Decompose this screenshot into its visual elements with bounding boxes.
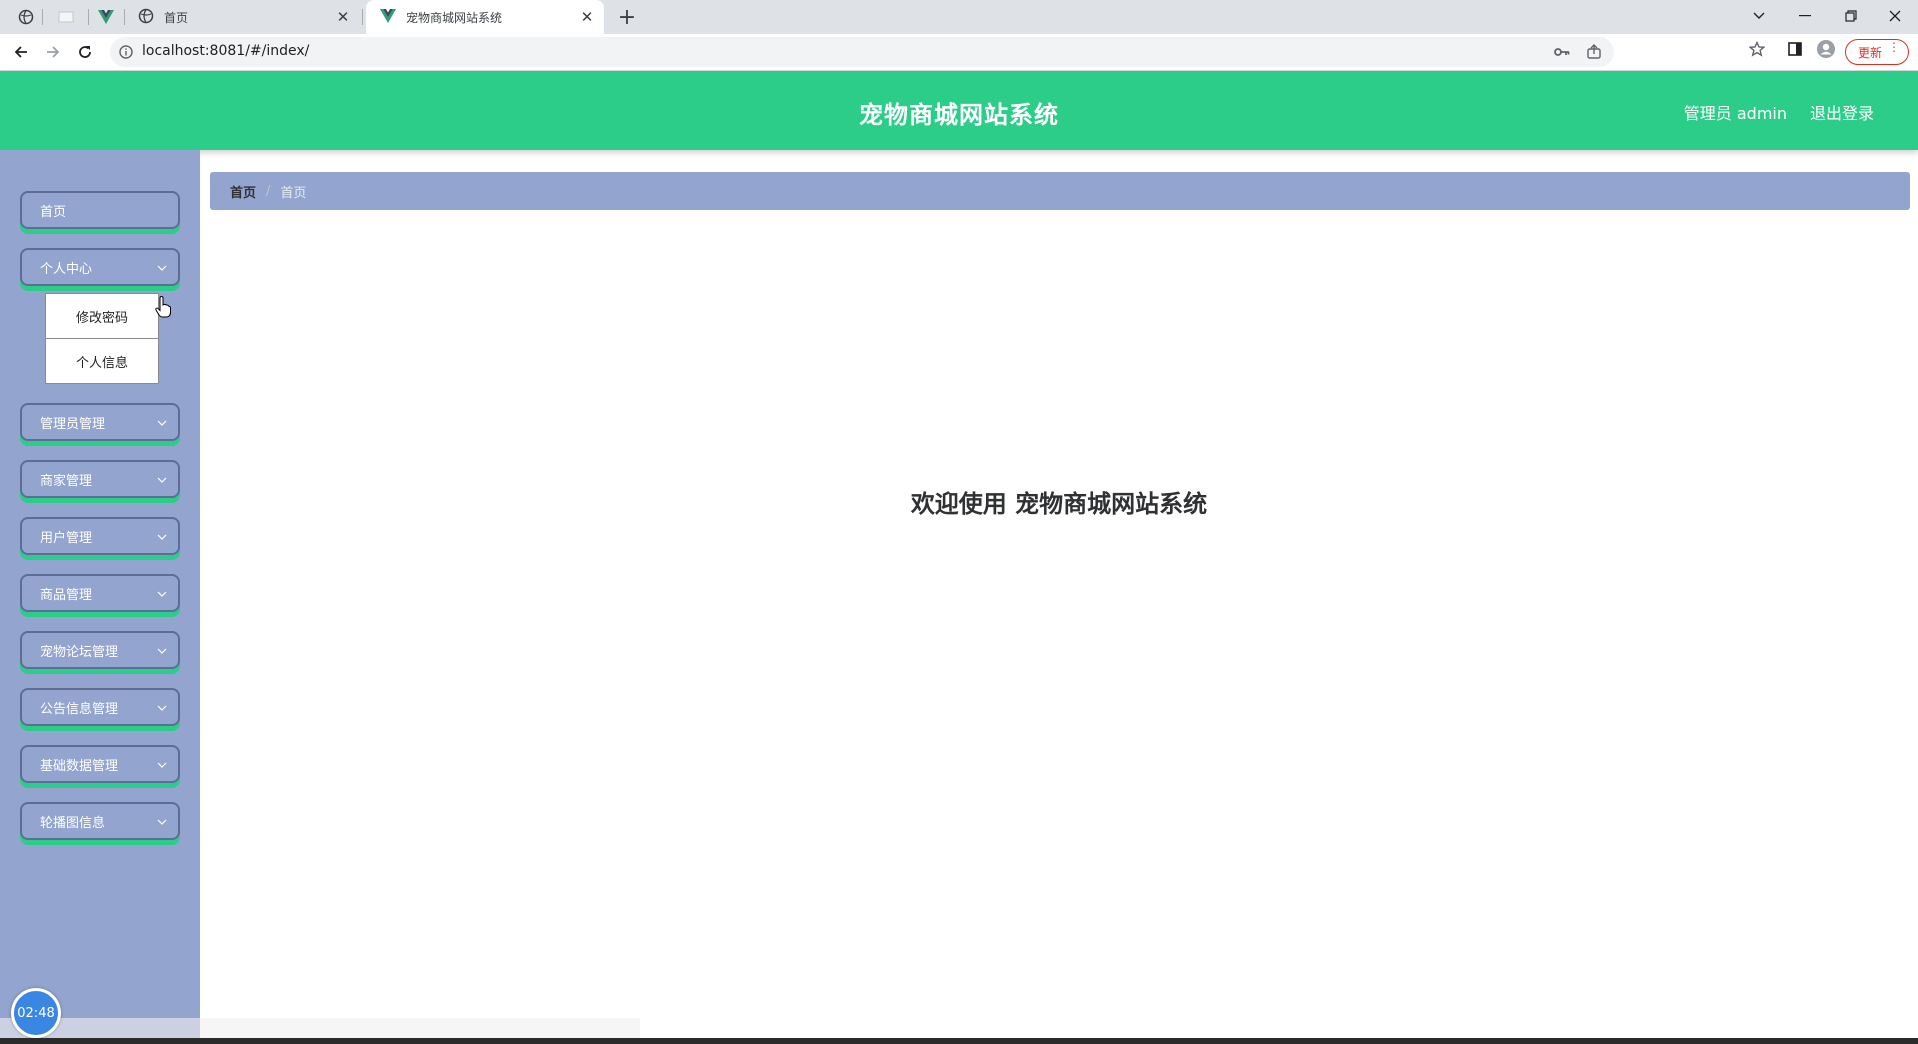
tab-title: 宠物商城网站系统 [406, 10, 503, 25]
sidebar-item-announcement-management[interactable]: 公告信息管理 [20, 688, 180, 726]
tab-separator [42, 9, 43, 25]
sidebar-item-label: 宠物论坛管理 [40, 644, 119, 660]
sidebar-item-label: 公告信息管理 [40, 701, 119, 717]
share-icon[interactable] [1584, 42, 1604, 62]
restore-button[interactable] [1828, 0, 1874, 32]
reload-button[interactable] [71, 38, 99, 66]
admin-username: 管理员 admin [1683, 104, 1787, 123]
clock-badge[interactable]: 02:48 [11, 988, 61, 1038]
tab-separator [88, 9, 89, 25]
url-text: localhost:8081/#/index/ [142, 43, 310, 59]
breadcrumb-item-current: 首页 [280, 185, 307, 201]
tab-separator [124, 9, 125, 25]
sidebar-item-label: 首页 [40, 204, 67, 220]
tab-home[interactable]: 首页 ✕ [126, 0, 360, 34]
sidebar-item-pet-forum-management[interactable]: 宠物论坛管理 [20, 631, 180, 669]
breadcrumb-separator: / [266, 183, 271, 199]
sidebar-item-basic-data-management[interactable]: 基础数据管理 [20, 745, 180, 783]
pinned-tab-blank-icon[interactable] [54, 5, 78, 29]
pinned-tab-vue-icon[interactable] [94, 5, 118, 29]
info-icon[interactable] [118, 44, 134, 60]
status-strip [0, 1018, 640, 1038]
key-icon[interactable] [1552, 42, 1572, 62]
tab-title: 首页 [164, 10, 189, 25]
tab-search-chevron-icon[interactable] [1736, 0, 1782, 32]
close-icon[interactable]: ✕ [576, 6, 598, 28]
tab-pet-mall[interactable]: 宠物商城网站系统 ✕ [366, 0, 604, 34]
sidebar-item-carousel-info[interactable]: 轮播图信息 [20, 802, 180, 840]
update-label: 更新 [1858, 45, 1883, 60]
more-menu-icon[interactable]: ⋮ [1888, 41, 1900, 53]
hand-cursor-icon [155, 296, 171, 318]
sidebar-item-personal-center[interactable]: 个人中心 [20, 248, 180, 286]
chevron-down-icon [157, 265, 167, 271]
breadcrumb: 首页 / 首页 [210, 172, 1910, 210]
minimize-button[interactable] [1782, 0, 1828, 32]
submenu-item-personal-info[interactable]: 个人信息 [46, 338, 158, 383]
sidebar-item-user-management[interactable]: 用户管理 [20, 517, 180, 555]
personal-center-submenu: 修改密码 个人信息 [45, 293, 159, 384]
app-title: 宠物商城网站系统 [859, 101, 1059, 129]
submenu-item-change-password[interactable]: 修改密码 [46, 294, 158, 338]
chevron-down-icon [157, 534, 167, 540]
sidebar-item-home[interactable]: 首页 [20, 191, 180, 229]
sidebar-item-label: 个人中心 [40, 261, 93, 277]
chevron-down-icon [157, 648, 167, 654]
chevron-down-icon [157, 762, 167, 768]
chevron-down-icon [157, 420, 167, 426]
bottom-bar [0, 1038, 1918, 1044]
close-icon[interactable]: ✕ [332, 6, 354, 28]
breadcrumb-item-home[interactable]: 首页 [230, 182, 256, 201]
logout-link[interactable]: 退出登录 [1810, 100, 1874, 124]
sidebar-item-label: 用户管理 [40, 530, 93, 546]
sidebar-item-label: 商品管理 [40, 587, 93, 603]
pinned-tab-globe-icon[interactable] [14, 5, 38, 29]
tab-separator [362, 9, 363, 25]
bookmark-star-icon[interactable] [1746, 38, 1768, 60]
vue-logo-icon [380, 8, 396, 26]
chevron-down-icon [157, 477, 167, 483]
app-header: 宠物商城网站系统 管理员 admin 退出登录 [0, 71, 1918, 150]
sidebar-item-label: 管理员管理 [40, 416, 106, 432]
new-tab-button[interactable]: + [614, 4, 640, 30]
address-bar[interactable]: localhost:8081/#/index/ [110, 37, 1614, 67]
forward-button[interactable] [39, 38, 67, 66]
sidebar-item-merchant-management[interactable]: 商家管理 [20, 460, 180, 498]
profile-avatar-icon[interactable] [1815, 38, 1837, 60]
welcome-heading: 欢迎使用 宠物商城网站系统 [910, 490, 1208, 518]
browser-tab-strip: 首页 ✕ 宠物商城网站系统 ✕ + [0, 0, 1918, 34]
chevron-down-icon [157, 819, 167, 825]
sidebar-item-label: 商家管理 [40, 473, 93, 489]
sidebar-item-label: 轮播图信息 [40, 815, 106, 831]
sidebar-item-product-management[interactable]: 商品管理 [20, 574, 180, 612]
chevron-down-icon [157, 591, 167, 597]
back-button[interactable] [7, 38, 35, 66]
chevron-down-icon [157, 705, 167, 711]
sidebar: 首页 个人中心 管理员管理 商家管理 用户管理 商品管理 宠物论坛管理 公告信息… [0, 150, 200, 1044]
update-button[interactable]: 更新 ⋮ [1845, 39, 1909, 65]
side-panel-icon[interactable] [1784, 38, 1806, 60]
sidebar-item-admin-management[interactable]: 管理员管理 [20, 403, 180, 441]
close-window-button[interactable] [1872, 0, 1918, 32]
globe-icon [138, 8, 154, 27]
sidebar-item-label: 基础数据管理 [40, 758, 119, 774]
browser-toolbar: localhost:8081/#/index/ 更新 ⋮ [0, 34, 1918, 71]
